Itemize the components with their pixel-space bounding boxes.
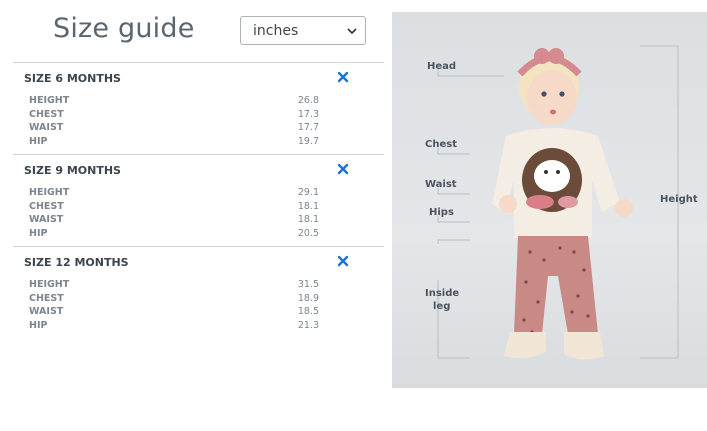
row-label: HIP [29,228,48,240]
row-label: HIP [29,136,48,148]
size-block-6-months: SIZE 6 MONTHS HEIGHT 26.8 CHEST 17.3 WAIST… [13,62,384,155]
size-row: WAIST 18.1 [29,214,319,228]
unit-select-value: inches [253,22,299,39]
close-icon[interactable] [337,163,349,175]
row-value: 18.1 [297,214,319,226]
row-value: 26.8 [297,95,319,106]
label-hips: Hips [429,207,454,218]
close-icon[interactable] [337,255,349,267]
size-row: WAIST 18.5 [29,306,319,320]
row-value: 18.5 [297,306,319,318]
row-value: 31.5 [297,279,319,290]
size-block-12-months: SIZE 12 MONTHS HEIGHT 31.5 CHEST 18.9 WAIS… [13,246,384,339]
measurement-guide-image: Head Chest Waist Hips Inside leg Height [392,12,707,388]
label-inside-leg-2: leg [433,301,451,312]
row-value: 18.9 [297,292,319,304]
row-label: HEIGHT [29,95,70,106]
label-inside-leg: Inside [425,288,460,299]
size-heading: SIZE 6 MONTHS [24,72,121,85]
label-chest: Chest [425,139,457,150]
row-label: HEIGHT [29,187,70,198]
row-value: 17.3 [297,108,319,120]
row-label: CHEST [29,108,64,120]
label-height: Height [660,194,698,205]
row-label: WAIST [29,306,64,318]
size-heading: SIZE 9 MONTHS [24,164,121,177]
size-row: HIP 20.5 [29,228,319,242]
unit-select[interactable]: inches [240,16,366,45]
size-row: HEIGHT 26.8 [29,95,319,109]
row-value: 17.7 [297,122,319,134]
row-label: CHEST [29,200,64,212]
size-block-9-months: SIZE 9 MONTHS HEIGHT 29.1 CHEST 18.1 WAIST… [13,154,384,247]
row-label: HIP [29,320,48,332]
label-head: Head [427,61,457,72]
row-label: HEIGHT [29,279,70,290]
size-row: WAIST 17.7 [29,122,319,136]
size-row: CHEST 18.1 [29,201,319,215]
row-value: 20.5 [297,228,319,240]
size-row: CHEST 17.3 [29,109,319,123]
size-heading: SIZE 12 MONTHS [24,256,129,269]
row-value: 18.1 [297,200,319,212]
row-value: 21.3 [297,320,319,332]
size-row: HEIGHT 31.5 [29,279,319,293]
size-row: CHEST 18.9 [29,293,319,307]
row-label: CHEST [29,292,64,304]
row-label: WAIST [29,214,64,226]
size-row: HIP 21.3 [29,320,319,334]
chevron-down-icon [347,26,357,36]
size-row: HEIGHT 29.1 [29,187,319,201]
row-value: 29.1 [297,187,319,198]
size-row: HIP 19.7 [29,136,319,150]
page-title: Size guide [53,13,195,44]
row-label: WAIST [29,122,64,134]
row-value: 19.7 [297,136,319,148]
close-icon[interactable] [337,71,349,83]
label-waist: Waist [425,179,457,190]
